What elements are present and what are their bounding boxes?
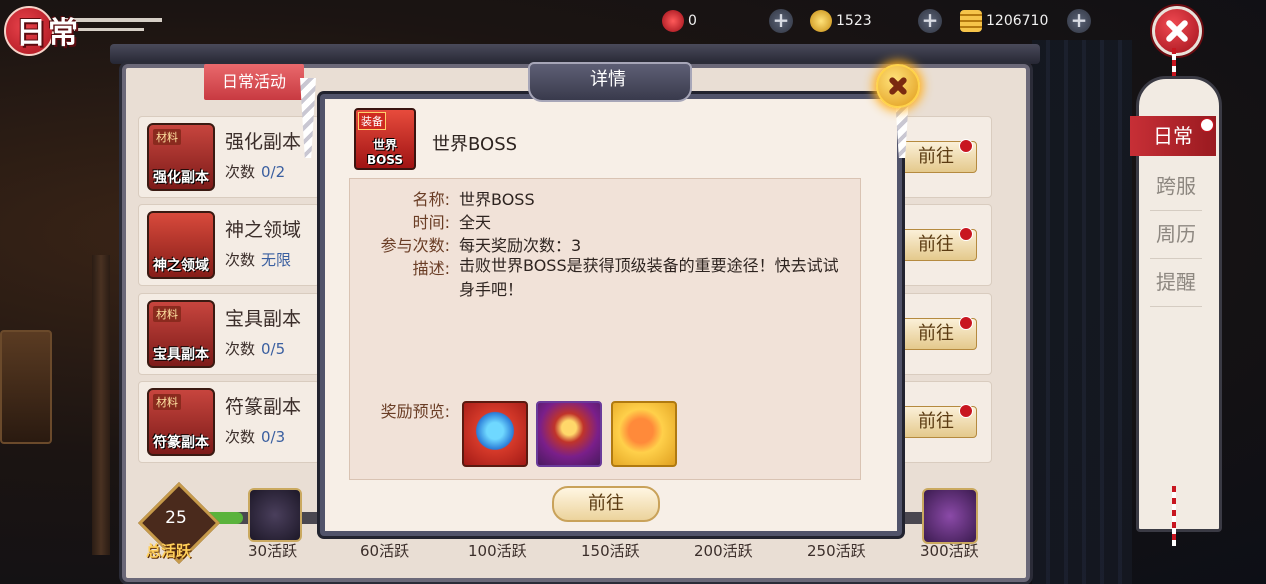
reward-preview-label: 奖励预览: bbox=[380, 402, 450, 421]
notification-dot bbox=[1200, 118, 1214, 132]
scroll-cord bbox=[1172, 486, 1176, 546]
orange-gem-icon[interactable] bbox=[611, 401, 677, 467]
milestone-label: 300活跃 bbox=[920, 542, 979, 560]
side-tab-cross-server[interactable]: 跨服 bbox=[1140, 166, 1212, 206]
milestone-label: 200活跃 bbox=[694, 542, 753, 560]
notification-dot bbox=[959, 404, 973, 418]
notification-dot bbox=[959, 316, 973, 330]
currency-coins: 1206710 bbox=[960, 8, 1048, 34]
icon-label: 符篆副本 bbox=[153, 435, 209, 451]
page-title-badge: 日常 bbox=[4, 6, 162, 56]
activity-name: 宝具副本 bbox=[225, 308, 302, 330]
background-window-lattice bbox=[1032, 40, 1132, 584]
currency-value: 0 bbox=[688, 13, 697, 29]
activity-name: 神之领域 bbox=[225, 219, 302, 241]
notification-dot bbox=[959, 227, 973, 241]
milestone-label: 30活跃 bbox=[248, 542, 298, 560]
milestone-reward-chest-icon[interactable] bbox=[248, 488, 302, 542]
times-value: 每天奖励次数：3 bbox=[459, 236, 582, 255]
name-value: 世界BOSS bbox=[459, 190, 535, 209]
count-label: 次数 bbox=[225, 340, 256, 358]
treasure-dungeon-icon: 材料 宝具副本 bbox=[147, 300, 215, 368]
activity-row-talisman[interactable]: 材料 符篆副本 符篆副本 次数 0/3 bbox=[138, 381, 320, 463]
icon-label: 世界BOSS bbox=[366, 138, 404, 167]
divider bbox=[1150, 258, 1202, 259]
background-lantern bbox=[0, 330, 52, 444]
icon-tag: 装备 bbox=[358, 112, 386, 130]
activity-count: 次数 0/5 bbox=[225, 338, 285, 359]
icon-tag: 材料 bbox=[153, 306, 181, 322]
icon-tag: 材料 bbox=[153, 129, 181, 145]
milestone-label: 60活跃 bbox=[360, 542, 410, 560]
milestone-reward-scroll-icon[interactable] bbox=[922, 488, 978, 544]
activity-count: 次数 0/3 bbox=[225, 426, 285, 447]
add-red-jade-button[interactable]: + bbox=[769, 9, 793, 33]
boss-name: 世界BOSS bbox=[432, 134, 518, 155]
total-activity-label: 总活跃 bbox=[146, 542, 192, 560]
count-value: 0/5 bbox=[261, 340, 286, 358]
description-label: 描述: bbox=[412, 259, 450, 278]
coin-stack-icon bbox=[960, 10, 982, 32]
total-activity-value: 25 bbox=[165, 508, 187, 528]
talisman-dungeon-icon: 材料 符篆副本 bbox=[147, 388, 215, 456]
milestone-label: 100活跃 bbox=[468, 542, 527, 560]
time-value: 全天 bbox=[459, 213, 492, 232]
title-decoration bbox=[74, 28, 144, 31]
scroll-cord bbox=[1172, 48, 1176, 76]
currency-red-jade: 0 bbox=[662, 8, 697, 34]
count-label: 次数 bbox=[225, 251, 256, 269]
activity-count: 次数 0/2 bbox=[225, 161, 285, 182]
dialog-close-button[interactable] bbox=[876, 64, 920, 108]
description-text: 击败世界BOSS是获得顶级装备的重要途径！快去试试身手吧！ bbox=[459, 256, 839, 299]
gold-ingot-icon bbox=[810, 10, 832, 32]
milestone-label: 150活跃 bbox=[581, 542, 640, 560]
side-tab-weekly[interactable]: 周历 bbox=[1140, 214, 1212, 254]
icon-label: 强化副本 bbox=[153, 170, 209, 186]
divider bbox=[1150, 306, 1202, 307]
activity-name: 强化副本 bbox=[225, 131, 302, 153]
icon-label: 神之领域 bbox=[153, 258, 209, 274]
activity-name: 符篆副本 bbox=[225, 396, 302, 418]
add-coins-button[interactable]: + bbox=[1067, 9, 1091, 33]
tab-daily-activities[interactable]: 日常活动 bbox=[204, 64, 304, 100]
time-label: 时间: bbox=[412, 213, 450, 232]
currency-gold-ingot: 1523 bbox=[810, 8, 872, 34]
god-realm-icon: 神之领域 bbox=[147, 211, 215, 279]
background-pillar bbox=[92, 255, 110, 555]
red-jade-icon bbox=[662, 10, 684, 32]
currency-value: 1206710 bbox=[986, 13, 1049, 29]
page-title: 日常 bbox=[16, 16, 80, 51]
count-value: 0/3 bbox=[261, 428, 286, 446]
activity-row-god-realm[interactable]: 神之领域 神之领域 次数 无限 bbox=[138, 204, 320, 286]
side-tab-reminder[interactable]: 提醒 bbox=[1140, 262, 1212, 302]
icon-tag: 材料 bbox=[153, 394, 181, 410]
count-label: 次数 bbox=[225, 163, 256, 181]
world-boss-icon: 装备 世界BOSS bbox=[354, 108, 416, 170]
divider bbox=[1150, 210, 1202, 211]
count-value: 0/2 bbox=[261, 163, 286, 181]
activity-row-strengthen[interactable]: 材料 强化副本 强化副本 次数 0/2 bbox=[138, 116, 320, 198]
add-gold-ingot-button[interactable]: + bbox=[918, 9, 942, 33]
dialog-go-button[interactable]: 前往 bbox=[552, 486, 660, 522]
activity-row-treasure[interactable]: 材料 宝具副本 宝具副本 次数 0/5 bbox=[138, 293, 320, 375]
close-page-button[interactable] bbox=[1152, 6, 1202, 56]
currency-value: 1523 bbox=[836, 13, 872, 29]
activity-count: 次数 无限 bbox=[225, 249, 291, 270]
treasure-chest-icon[interactable] bbox=[536, 401, 602, 467]
strengthen-dungeon-icon: 材料 强化副本 bbox=[147, 123, 215, 191]
count-value: 无限 bbox=[261, 251, 292, 269]
panel-frame-top bbox=[110, 44, 1040, 64]
name-label: 名称: bbox=[412, 190, 450, 209]
icon-label: 宝具副本 bbox=[153, 347, 209, 363]
dialog-title: 详情 bbox=[590, 69, 626, 90]
notification-dot bbox=[959, 139, 973, 153]
times-label: 参与次数: bbox=[380, 236, 450, 255]
milestone-label: 250活跃 bbox=[807, 542, 866, 560]
blue-crystal-icon[interactable] bbox=[462, 401, 528, 467]
count-label: 次数 bbox=[225, 428, 256, 446]
